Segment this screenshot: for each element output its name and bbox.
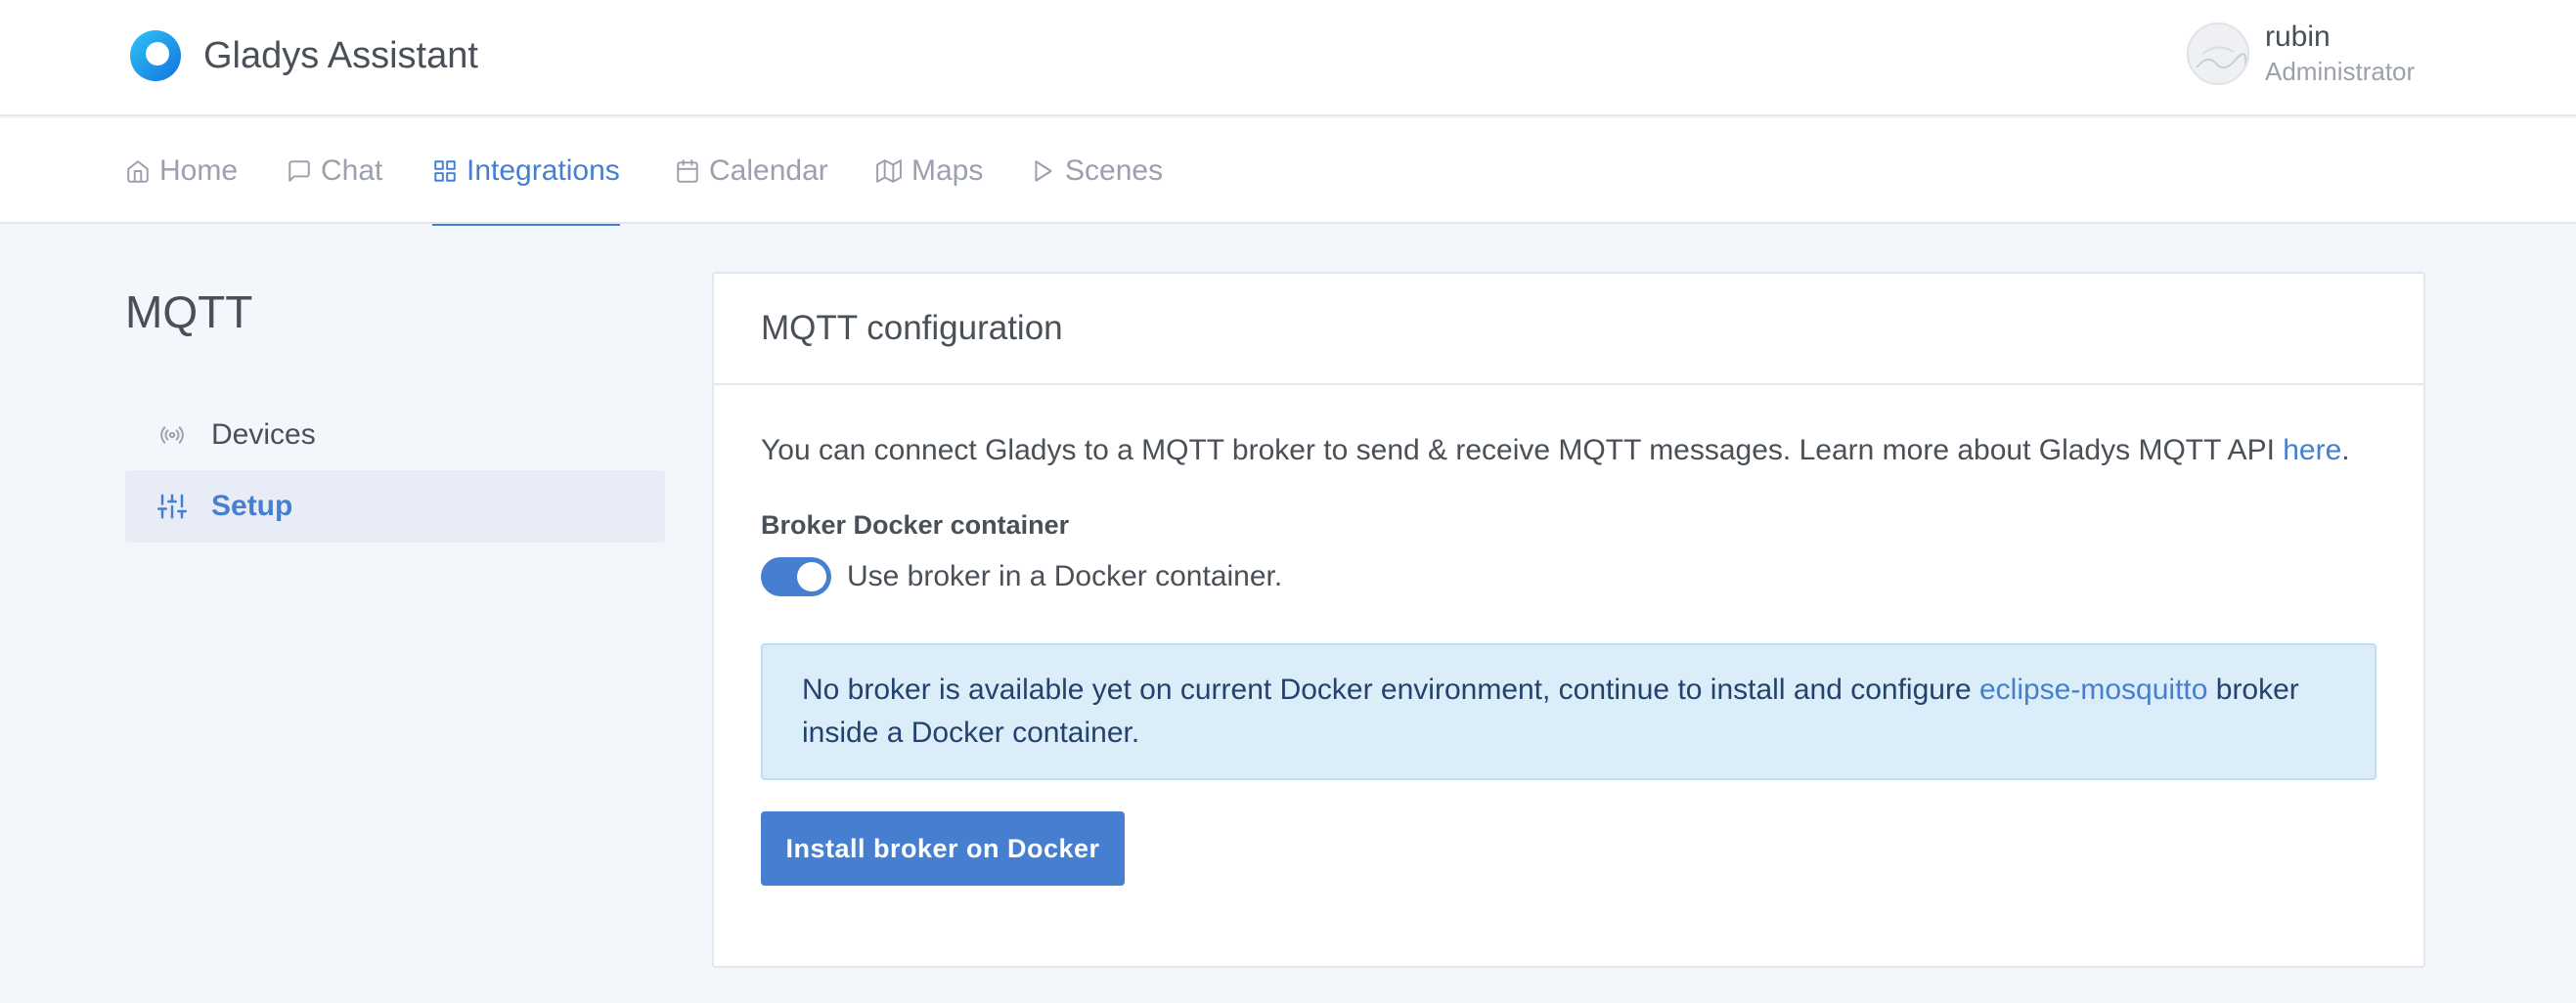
avatar[interactable] xyxy=(2187,22,2249,85)
gladys-logo-icon xyxy=(130,30,181,81)
nav-integrations[interactable]: Integrations xyxy=(432,118,620,226)
sidebar-item-setup-label: Setup xyxy=(211,490,293,522)
calendar-icon xyxy=(677,159,698,183)
user-role: Administrator xyxy=(2265,57,2416,86)
home-icon xyxy=(127,160,149,183)
intro-text-main: You can connect Gladys to a MQTT broker … xyxy=(761,434,2284,466)
top-header: Gladys Assistant rubin Administrator xyxy=(0,0,2576,116)
avatar-image-icon xyxy=(2189,24,2247,83)
nav-integrations-label: Integrations xyxy=(466,154,620,187)
nav-calendar[interactable]: Calendar xyxy=(675,118,828,224)
docs-link[interactable]: here xyxy=(2283,434,2341,466)
app-name: Gladys Assistant xyxy=(203,34,478,76)
docker-label: Broker Docker container xyxy=(761,510,1070,540)
nav-chat-label: Chat xyxy=(321,154,383,187)
nav-scenes-label: Scenes xyxy=(1065,154,1164,187)
user-menu[interactable]: rubin Administrator xyxy=(2187,20,2415,88)
radio-icon xyxy=(155,422,190,448)
install-broker-button[interactable]: Install broker on Docker xyxy=(761,811,1125,886)
chat-icon xyxy=(289,160,310,182)
nav-maps-label: Maps xyxy=(911,154,984,187)
alert-text-1: No broker is available yet on current Do… xyxy=(802,674,1979,706)
docker-toggle-label: Use broker in a Docker container. xyxy=(847,560,1283,592)
map-icon xyxy=(876,159,902,183)
user-name: rubin xyxy=(2265,21,2331,53)
nav-scenes[interactable]: Scenes xyxy=(1031,118,1163,224)
sidebar-item-devices[interactable]: Devices xyxy=(125,399,665,471)
intro-text: You can connect Gladys to a MQTT broker … xyxy=(761,434,2350,467)
mqtt-config-card: MQTT configuration You can connect Glady… xyxy=(712,272,2425,968)
nav-calendar-label: Calendar xyxy=(709,154,828,187)
info-alert: No broker is available yet on current Do… xyxy=(761,643,2376,780)
brand[interactable]: Gladys Assistant xyxy=(129,29,478,82)
mosquitto-link[interactable]: eclipse-mosquitto xyxy=(1979,674,2207,706)
nav-home-label: Home xyxy=(159,154,239,187)
intro-text-end: . xyxy=(2341,434,2350,466)
nav-home[interactable]: Home xyxy=(125,118,238,224)
grid-icon xyxy=(434,160,456,182)
docker-toggle-row: Use broker in a Docker container. xyxy=(761,557,1282,596)
main-nav: Home Chat Integrations Calendar Maps Sce… xyxy=(0,118,2576,226)
page-title: MQTT xyxy=(125,286,253,337)
play-icon xyxy=(1035,160,1052,182)
card-title: MQTT configuration xyxy=(714,274,2423,385)
sidebar-item-devices-label: Devices xyxy=(211,418,316,451)
sidebar-item-setup[interactable]: Setup xyxy=(125,470,665,543)
docker-toggle[interactable] xyxy=(761,557,831,596)
nav-chat[interactable]: Chat xyxy=(287,118,382,224)
sliders-icon xyxy=(155,492,190,521)
nav-maps[interactable]: Maps xyxy=(875,118,983,224)
